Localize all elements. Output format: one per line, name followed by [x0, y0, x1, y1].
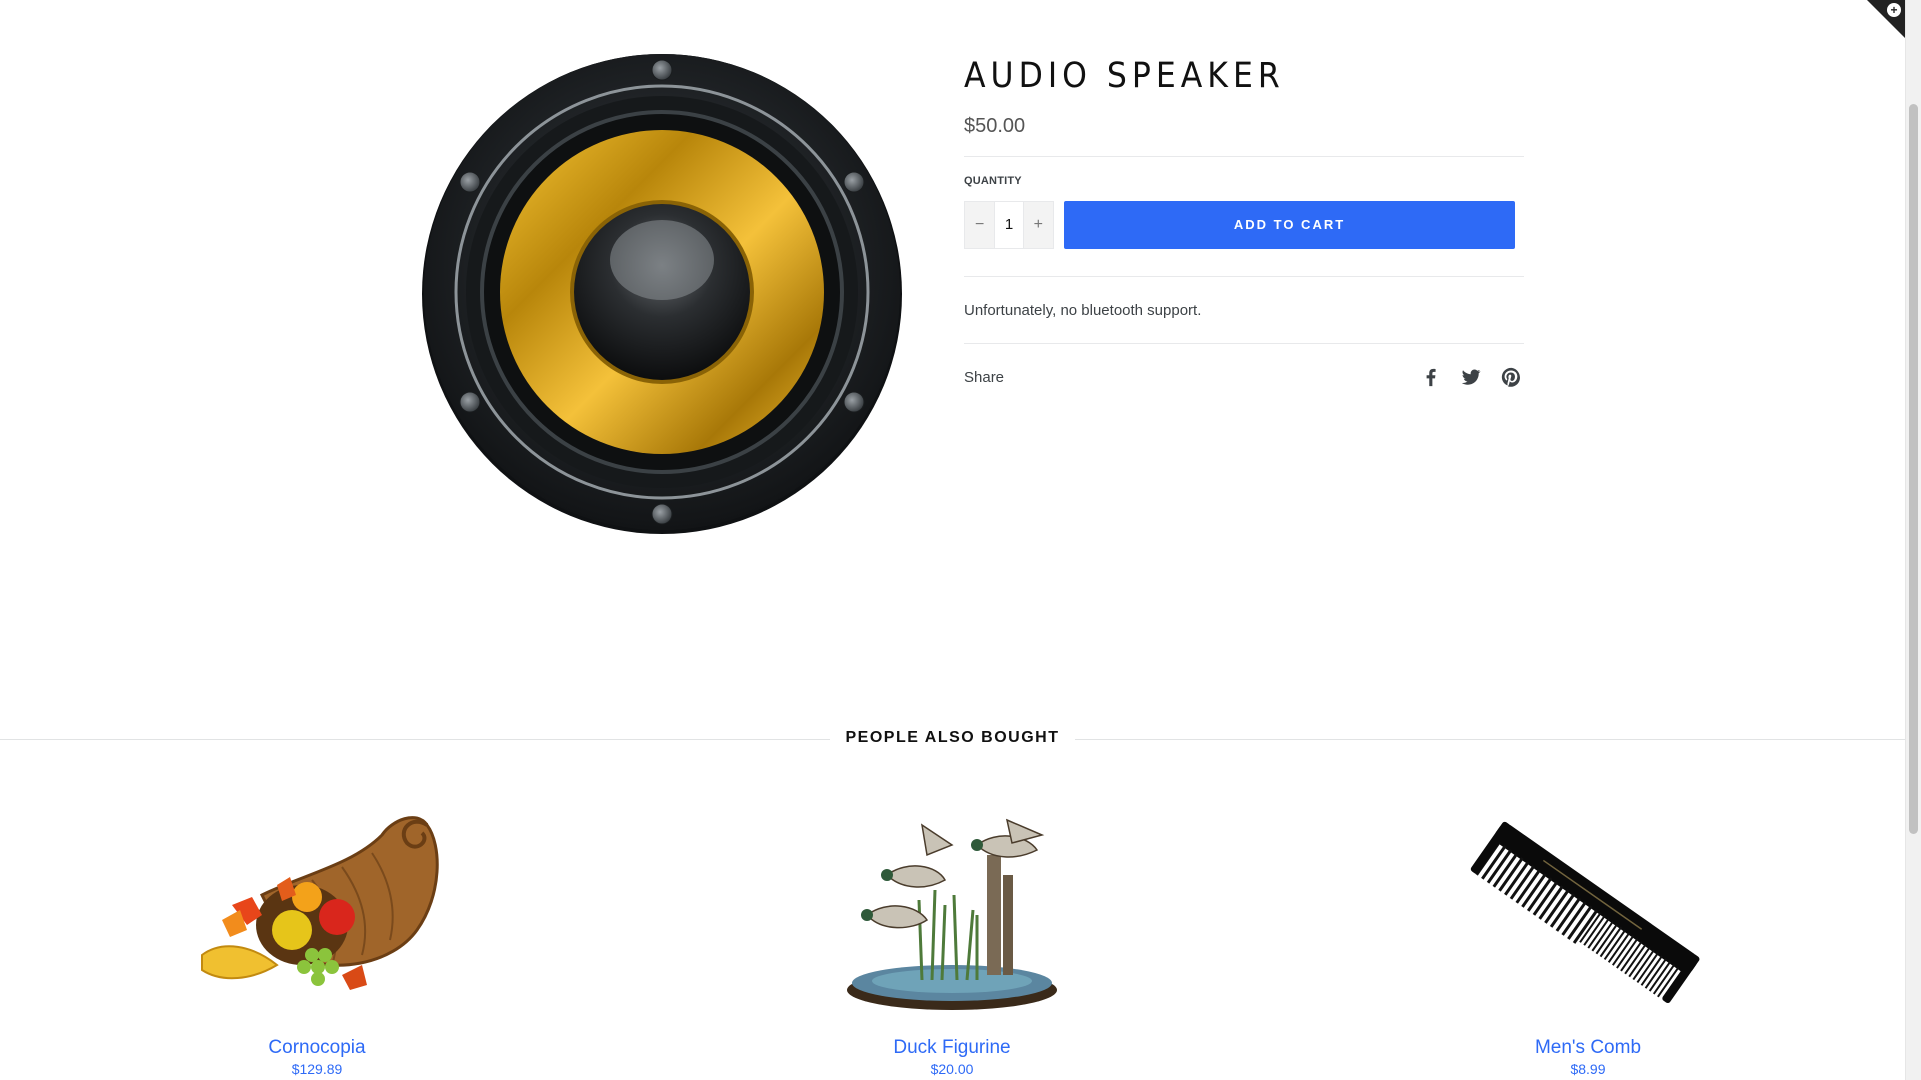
scrollbar[interactable] — [1905, 0, 1921, 1080]
share-label: Share — [964, 368, 1005, 386]
related-item-name[interactable]: Cornocopia — [167, 1037, 467, 1059]
quantity-label: QUANTITY — [964, 175, 1022, 187]
related-heading: PEOPLE ALSO BOUGHT — [0, 729, 1905, 747]
related-item[interactable]: Men's Comb $8.99 — [1438, 805, 1738, 1077]
product-price: $50.00 — [964, 115, 1026, 137]
related-item[interactable]: Cornocopia $129.89 — [167, 805, 467, 1077]
product-title: AUDIO SPEAKER — [964, 56, 1285, 96]
divider — [964, 343, 1524, 344]
product-image-duck-figurine[interactable] — [827, 805, 1077, 1015]
product-page: AUDIO SPEAKER $50.00 QUANTITY − 1 + ADD … — [0, 0, 1905, 1080]
buy-row: − 1 + ADD TO CART — [964, 201, 1524, 249]
divider — [964, 276, 1524, 277]
product-image-mens-comb[interactable] — [1463, 805, 1713, 1015]
share-row: Share — [964, 366, 1524, 388]
pinterest-icon[interactable] — [1500, 366, 1522, 388]
share-icons — [1420, 366, 1522, 388]
quantity-input[interactable]: 1 — [994, 202, 1024, 248]
plus-icon[interactable]: + — [1887, 3, 1901, 17]
scrollbar-thumb[interactable] — [1909, 104, 1918, 834]
quantity-decrease-button[interactable]: − — [965, 202, 995, 248]
related-item-price: $8.99 — [1570, 1061, 1606, 1077]
product-image-speaker[interactable] — [420, 50, 904, 534]
product-info: AUDIO SPEAKER $50.00 QUANTITY − 1 + ADD … — [964, 55, 1524, 388]
twitter-icon[interactable] — [1460, 366, 1482, 388]
related-item[interactable]: Duck Figurine $20.00 — [802, 805, 1102, 1077]
quantity-stepper: − 1 + — [964, 201, 1054, 249]
divider — [964, 156, 1524, 157]
quantity-increase-button[interactable]: + — [1023, 202, 1053, 248]
add-to-cart-button[interactable]: ADD TO CART — [1064, 201, 1515, 249]
related-heading-text: PEOPLE ALSO BOUGHT — [829, 729, 1076, 746]
related-item-price: $20.00 — [930, 1061, 974, 1077]
related-item-price: $129.89 — [291, 1061, 343, 1077]
product-description: Unfortunately, no bluetooth support. — [964, 302, 1202, 319]
related-item-name[interactable]: Men's Comb — [1438, 1037, 1738, 1059]
product-image-cornucopia[interactable] — [192, 805, 442, 1015]
facebook-icon[interactable] — [1420, 366, 1442, 388]
related-item-name[interactable]: Duck Figurine — [802, 1037, 1102, 1059]
